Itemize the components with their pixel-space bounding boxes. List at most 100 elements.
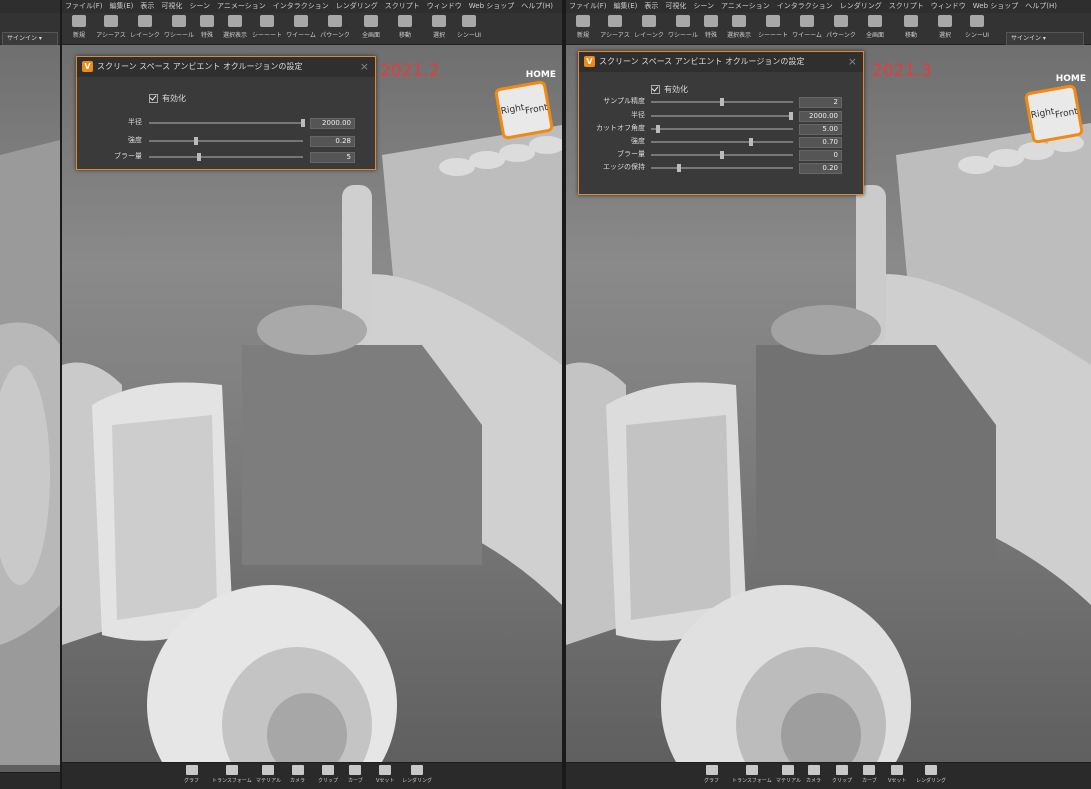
menu-edit[interactable]: 編集(E) bbox=[110, 2, 134, 10]
wireframe-button[interactable]: ワイーーム bbox=[790, 15, 824, 43]
fullscreen-button[interactable]: 全画面 bbox=[354, 15, 388, 43]
seat-button[interactable]: シーーート bbox=[756, 15, 790, 43]
blur-input[interactable]: 5 bbox=[310, 152, 355, 163]
enable-checkbox[interactable]: 有効化 bbox=[149, 93, 186, 104]
blur-slider-handle[interactable] bbox=[720, 151, 724, 159]
nav-cube[interactable]: HOME Right Front bbox=[1022, 74, 1086, 146]
radius-input[interactable]: 2000.00 bbox=[799, 111, 842, 122]
render-button[interactable]: レンダリング bbox=[916, 765, 946, 784]
cube-right-face[interactable]: Right bbox=[500, 103, 525, 117]
intensity-slider-handle[interactable] bbox=[194, 137, 198, 145]
menu-interaction[interactable]: インタラクション bbox=[777, 2, 833, 10]
menu-animation[interactable]: アニメーション bbox=[217, 2, 266, 10]
menu-webshop[interactable]: Web ショップ bbox=[973, 2, 1019, 10]
menu-window[interactable]: ウィンドウ bbox=[427, 2, 462, 10]
curve-button[interactable]: カーブ bbox=[348, 765, 363, 784]
select-button[interactable]: 選択 bbox=[928, 15, 962, 43]
radius-slider-handle[interactable] bbox=[789, 112, 793, 120]
wireframe-button[interactable]: ワイーーム bbox=[284, 15, 318, 43]
blur-input[interactable]: 0 bbox=[799, 150, 842, 161]
new-button[interactable]: 新規 bbox=[566, 15, 600, 43]
enable-checkbox[interactable]: 有効化 bbox=[651, 84, 688, 95]
material-button[interactable]: マテリアル bbox=[776, 765, 801, 784]
close-icon[interactable]: × bbox=[360, 57, 369, 77]
clip-button[interactable]: クリップ bbox=[318, 765, 338, 784]
intensity-slider-handle[interactable] bbox=[749, 138, 753, 146]
select-display-button[interactable]: 選択表示 bbox=[218, 15, 252, 43]
blur-slider[interactable] bbox=[149, 156, 303, 158]
cutoff-angle-slider[interactable] bbox=[651, 128, 793, 130]
menu-help[interactable]: ヘルプ(H) bbox=[1025, 2, 1057, 10]
transform-button[interactable]: トランスフォーム bbox=[732, 765, 772, 784]
assets-button[interactable]: アシーアス bbox=[598, 15, 632, 43]
home-label[interactable]: HOME bbox=[1056, 74, 1086, 84]
cube-front-face[interactable]: Front bbox=[524, 103, 548, 117]
simple-ui-button[interactable]: シンーUI bbox=[452, 15, 486, 43]
select-button[interactable]: 選択 bbox=[422, 15, 456, 43]
dialog-title-bar[interactable]: V スクリーン スペース アンビエント オクルージョンの設定 × bbox=[579, 52, 863, 72]
cutoff-angle-input[interactable]: 5.00 bbox=[799, 124, 842, 135]
cube-front-face[interactable]: Front bbox=[1054, 107, 1078, 121]
menu-rendering[interactable]: レンダリング bbox=[840, 2, 882, 10]
move-button[interactable]: 移動 bbox=[894, 15, 928, 43]
edge-preserve-slider-handle[interactable] bbox=[677, 164, 681, 172]
camera-button[interactable]: カメラ bbox=[806, 765, 821, 784]
menu-visualize[interactable]: 可視化 bbox=[161, 2, 182, 10]
menu-webshop[interactable]: Web ショップ bbox=[469, 2, 515, 10]
cutoff-angle-slider-handle[interactable] bbox=[656, 125, 660, 133]
camera-button[interactable]: カメラ bbox=[290, 765, 305, 784]
material-button[interactable]: マテリアル bbox=[256, 765, 281, 784]
radius-slider[interactable] bbox=[651, 115, 793, 117]
assets-button[interactable]: アシーアス bbox=[94, 15, 128, 43]
graph-button[interactable]: グラフ bbox=[184, 765, 199, 784]
radius-slider[interactable] bbox=[149, 122, 303, 124]
close-icon[interactable]: × bbox=[848, 52, 857, 72]
select-display-button[interactable]: 選択表示 bbox=[722, 15, 756, 43]
bounding-button[interactable]: パウーンク bbox=[318, 15, 352, 43]
raytracing-button[interactable]: レイーンク bbox=[128, 15, 162, 43]
menu-visualize[interactable]: 可視化 bbox=[665, 2, 686, 10]
seat-button[interactable]: シーーート bbox=[250, 15, 284, 43]
menu-rendering[interactable]: レンダリング bbox=[336, 2, 378, 10]
intensity-input[interactable]: 0.28 bbox=[310, 136, 355, 147]
menu-help[interactable]: ヘルプ(H) bbox=[521, 2, 553, 10]
edge-preserve-slider[interactable] bbox=[651, 167, 793, 169]
raytracing-button[interactable]: レイーンク bbox=[632, 15, 666, 43]
move-button[interactable]: 移動 bbox=[388, 15, 422, 43]
intensity-input[interactable]: 0.70 bbox=[799, 137, 842, 148]
render-button[interactable]: レンダリング bbox=[402, 765, 432, 784]
blur-slider-handle[interactable] bbox=[197, 153, 201, 161]
viewport-3d[interactable] bbox=[0, 45, 60, 773]
menu-file[interactable]: ファイル(F) bbox=[569, 2, 607, 10]
menu-interaction[interactable]: インタラクション bbox=[273, 2, 329, 10]
menu-scene[interactable]: シーン bbox=[189, 2, 210, 10]
home-label[interactable]: HOME bbox=[526, 70, 556, 80]
menu-animation[interactable]: アニメーション bbox=[721, 2, 770, 10]
dialog-title-bar[interactable]: V スクリーン スペース アンビエント オクルージョンの設定 × bbox=[77, 57, 375, 77]
nav-cube[interactable]: HOME Right Front bbox=[492, 70, 556, 142]
radius-slider-handle[interactable] bbox=[301, 119, 305, 127]
radius-input[interactable]: 2000.00 bbox=[310, 118, 355, 129]
graph-button[interactable]: グラフ bbox=[704, 765, 719, 784]
menu-window[interactable]: ウィンドウ bbox=[931, 2, 966, 10]
edge-preserve-input[interactable]: 0.20 bbox=[799, 163, 842, 174]
new-button[interactable]: 新規 bbox=[62, 15, 96, 43]
vset-button[interactable]: Vセット bbox=[888, 765, 906, 784]
clip-button[interactable]: クリップ bbox=[832, 765, 852, 784]
signin-dropdown[interactable]: サインイン ▾ bbox=[1006, 32, 1084, 46]
menu-file[interactable]: ファイル(F) bbox=[65, 2, 103, 10]
fullscreen-button[interactable]: 全画面 bbox=[858, 15, 892, 43]
menu-view[interactable]: 表示 bbox=[140, 2, 154, 10]
menu-script[interactable]: スクリプト bbox=[385, 2, 420, 10]
menu-scene[interactable]: シーン bbox=[693, 2, 714, 10]
vset-button[interactable]: Vセット bbox=[376, 765, 394, 784]
intensity-slider[interactable] bbox=[651, 141, 793, 143]
simple-ui-button[interactable]: シンーUI bbox=[960, 15, 994, 43]
intensity-slider[interactable] bbox=[149, 140, 303, 142]
curve-button[interactable]: カーブ bbox=[862, 765, 877, 784]
sample-quality-slider-handle[interactable] bbox=[720, 98, 724, 106]
menu-edit[interactable]: 編集(E) bbox=[614, 2, 638, 10]
menu-view[interactable]: 表示 bbox=[644, 2, 658, 10]
transform-button[interactable]: トランスフォーム bbox=[212, 765, 252, 784]
bounding-button[interactable]: パウーンク bbox=[824, 15, 858, 43]
